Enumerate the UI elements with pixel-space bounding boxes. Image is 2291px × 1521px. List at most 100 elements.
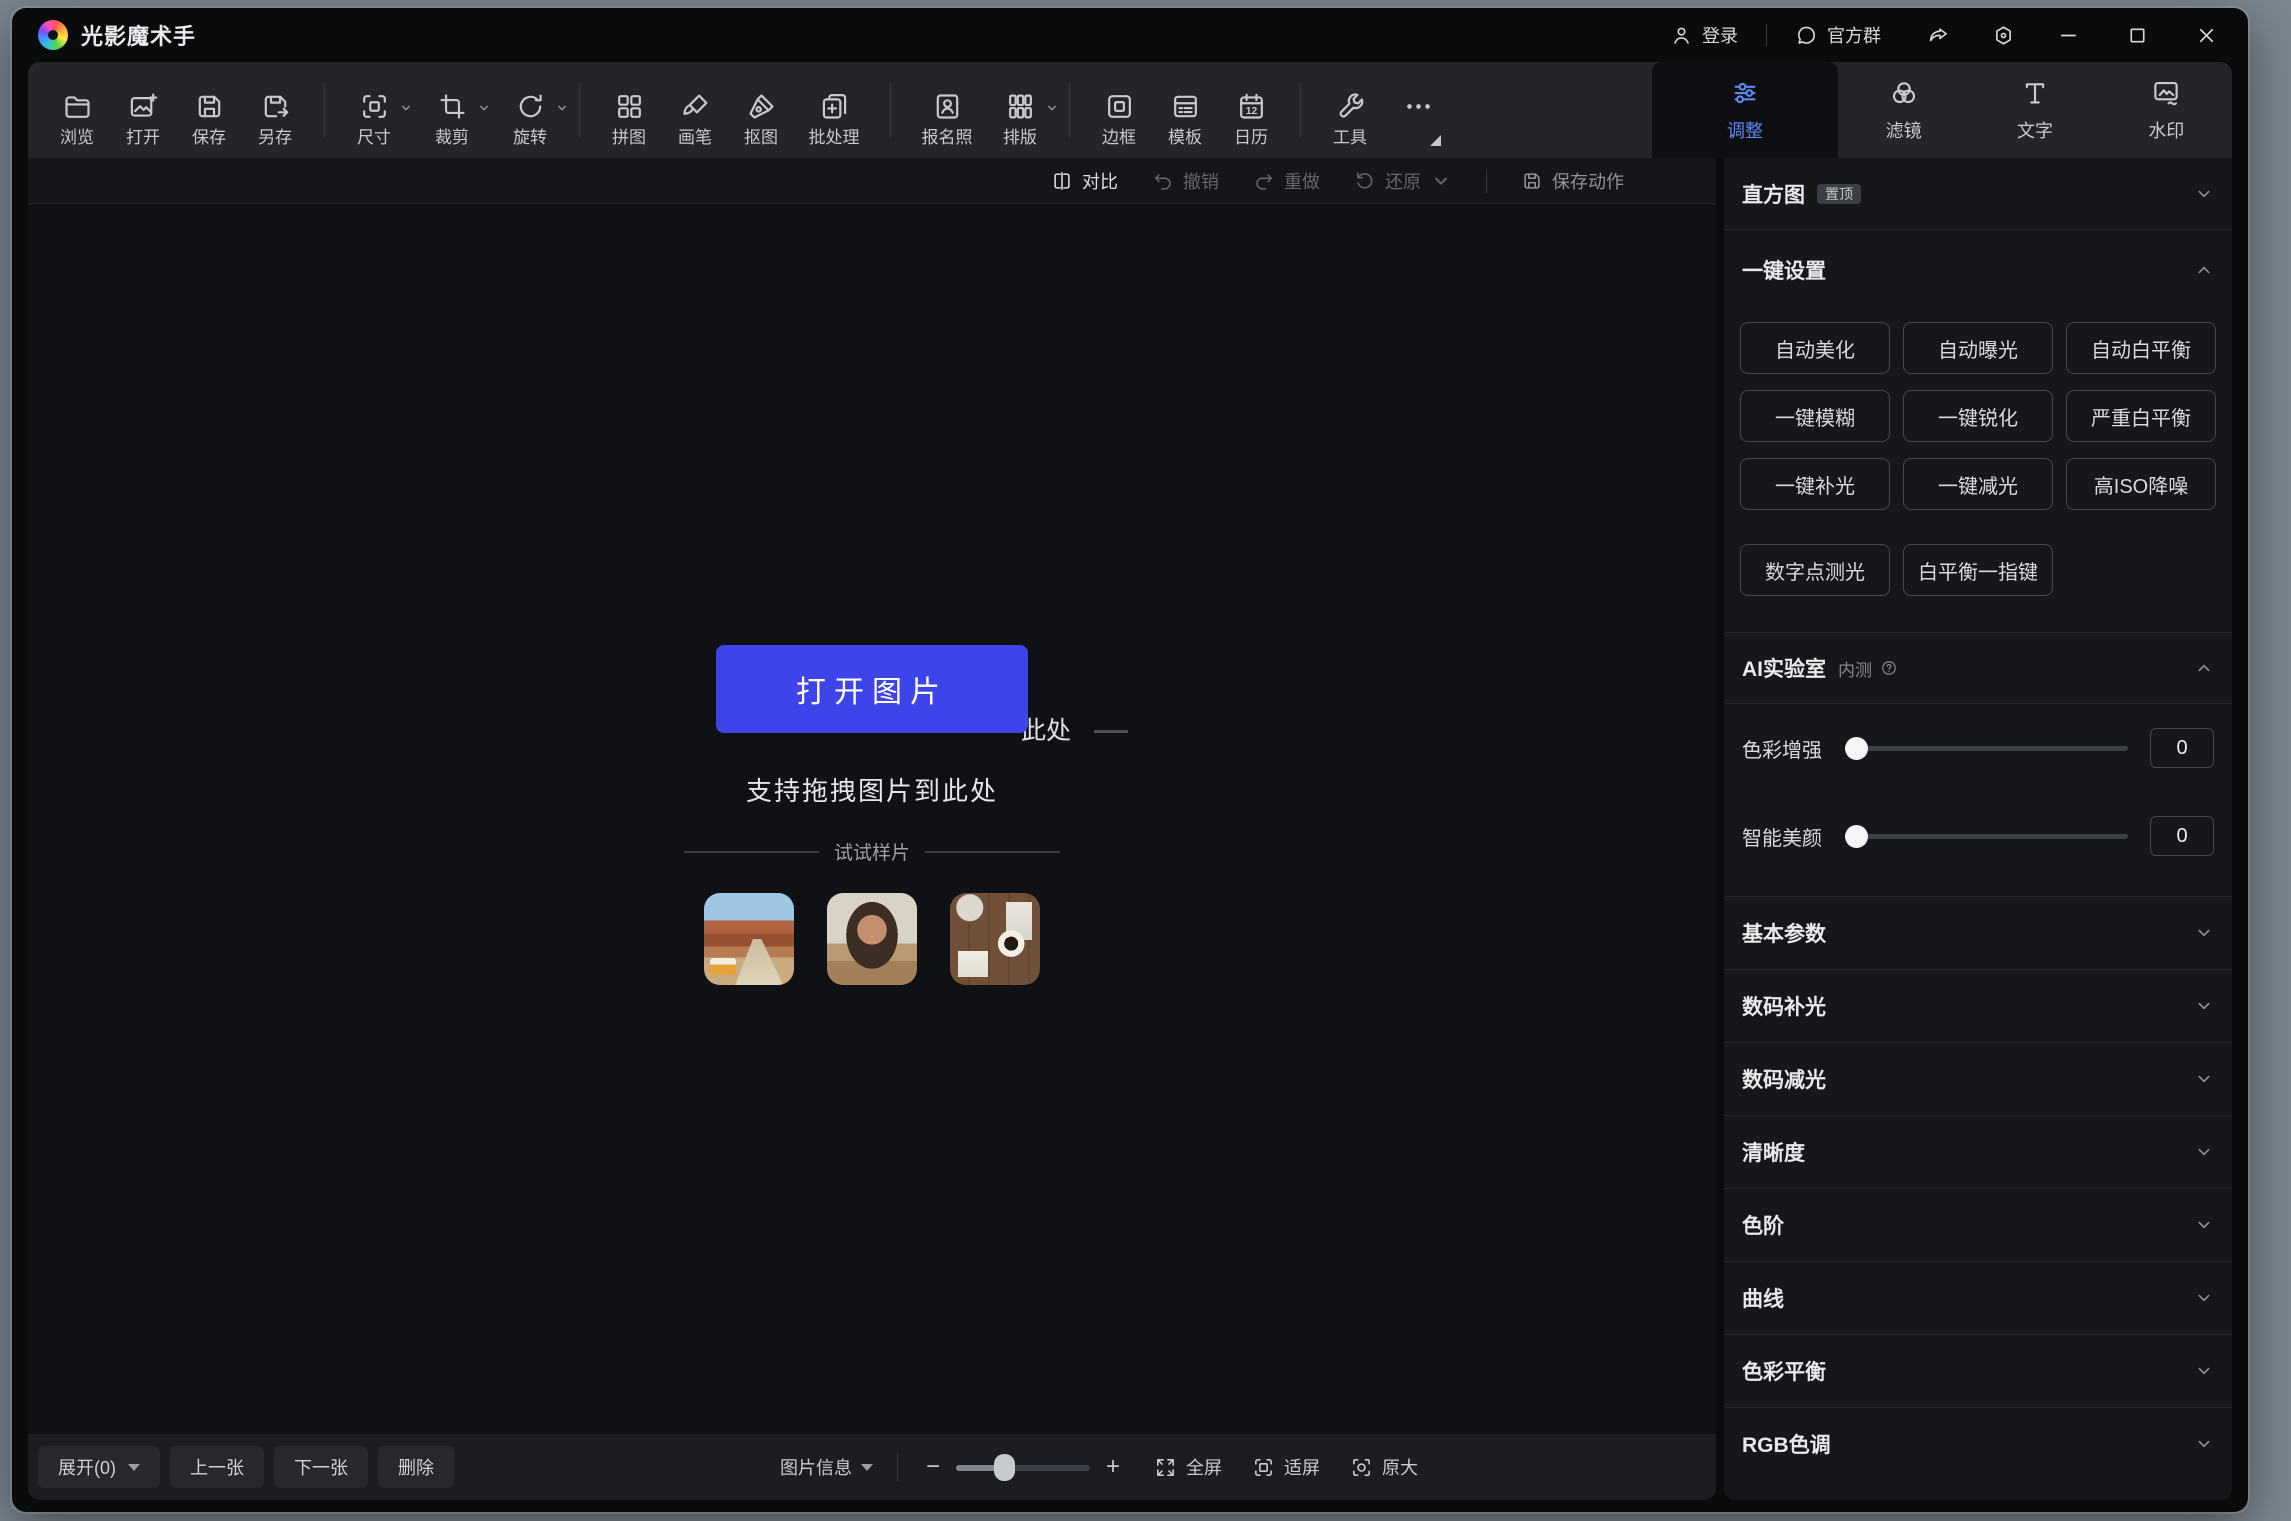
- toolbar-group-transform: 尺寸 裁剪 旋转: [341, 75, 563, 146]
- toolbar-collage[interactable]: 拼图: [596, 75, 662, 146]
- toolbar-id-photo[interactable]: 报名照: [907, 75, 987, 146]
- sample-image-desert-road[interactable]: [704, 893, 794, 985]
- app-title: 光影魔术手: [81, 19, 196, 51]
- severe-white-balance-button[interactable]: 严重白平衡: [2066, 390, 2216, 442]
- image-info-button[interactable]: 图片信息: [780, 1454, 873, 1480]
- toolbar-more[interactable]: [1383, 75, 1453, 146]
- zoom-slider[interactable]: [956, 1454, 1090, 1481]
- reset-icon: [1354, 170, 1376, 192]
- white-balance-one-touch-button[interactable]: 白平衡一指键: [1903, 544, 2053, 596]
- minimize-button[interactable]: [2057, 24, 2080, 47]
- section-curves[interactable]: 曲线: [1724, 1261, 2232, 1334]
- fit-screen-button[interactable]: 适屏: [1252, 1454, 1320, 1480]
- smart-beauty-slider[interactable]: [1848, 834, 2128, 839]
- sample-image-desk-flatlay[interactable]: [950, 893, 1040, 985]
- section-color-balance[interactable]: 色彩平衡: [1724, 1334, 2232, 1407]
- compare-icon: [1051, 170, 1073, 192]
- chevron-down-icon: [1430, 170, 1452, 192]
- one-key-fill-light-button[interactable]: 一键补光: [1740, 458, 1890, 510]
- sample-image-portrait[interactable]: [827, 893, 917, 985]
- section-basic-params[interactable]: 基本参数: [1724, 896, 2232, 969]
- share-button[interactable]: [1927, 24, 1950, 47]
- restore-button[interactable]: 还原: [1354, 168, 1452, 194]
- canvas-toolbar-divider: [1486, 169, 1487, 193]
- toolbar-tools[interactable]: 工具: [1317, 75, 1383, 146]
- section-ai-lab[interactable]: AI实验室 内测: [1724, 632, 2232, 704]
- toolbar-brush[interactable]: 画笔: [662, 75, 728, 146]
- zoom-in-button[interactable]: +: [1102, 1455, 1124, 1479]
- resize-icon: [359, 91, 390, 122]
- close-button[interactable]: [2195, 24, 2218, 47]
- slider-thumb[interactable]: [1845, 825, 1868, 848]
- toolbar-layout[interactable]: 排版: [987, 75, 1053, 146]
- redo-button[interactable]: 重做: [1253, 168, 1320, 194]
- toolbar-border[interactable]: 边框: [1086, 75, 1152, 146]
- section-digital-fill-light[interactable]: 数码补光: [1724, 969, 2232, 1042]
- toolbar-cutout[interactable]: 抠图: [728, 75, 794, 146]
- toolbar-save[interactable]: 保存: [176, 75, 242, 146]
- zoom-slider-thumb[interactable]: [994, 1454, 1015, 1481]
- toolbar-browse[interactable]: 浏览: [44, 75, 110, 146]
- compare-button[interactable]: 对比: [1051, 168, 1118, 194]
- tab-adjust[interactable]: 调整: [1652, 62, 1838, 158]
- toolbar-crop[interactable]: 裁剪: [419, 75, 485, 146]
- open-image-button[interactable]: 打开图片: [716, 645, 1028, 733]
- pin-top-badge[interactable]: 置顶: [1817, 184, 1861, 204]
- delete-button[interactable]: 删除: [378, 1446, 454, 1488]
- tab-watermark[interactable]: 水印: [2101, 62, 2232, 158]
- color-enhance-slider[interactable]: [1848, 746, 2128, 751]
- section-levels[interactable]: 色阶: [1724, 1188, 2232, 1261]
- high-iso-denoise-button[interactable]: 高ISO降噪: [2066, 458, 2216, 510]
- rotate-icon: [515, 91, 546, 122]
- toolbar-batch[interactable]: 批处理: [794, 75, 874, 146]
- auto-white-balance-button[interactable]: 自动白平衡: [2066, 322, 2216, 374]
- chevron-down-icon[interactable]: [555, 101, 569, 115]
- chevron-down-icon[interactable]: [399, 101, 413, 115]
- toolbar-rotate[interactable]: 旋转: [497, 75, 563, 146]
- toolbar-open[interactable]: 打开: [110, 75, 176, 146]
- auto-beautify-button[interactable]: 自动美化: [1740, 322, 1890, 374]
- expand-button[interactable]: 展开(0): [38, 1446, 160, 1488]
- original-size-button[interactable]: 原大: [1350, 1454, 1418, 1480]
- layout-grid-icon: [1005, 91, 1036, 122]
- chevron-down-icon[interactable]: [477, 101, 491, 115]
- toolbar-save-as[interactable]: 另存: [242, 75, 308, 146]
- section-clarity[interactable]: 清晰度: [1724, 1115, 2232, 1188]
- settings-button[interactable]: [1992, 24, 2015, 47]
- template-icon: [1170, 91, 1201, 122]
- one-key-blur-button[interactable]: 一键模糊: [1740, 390, 1890, 442]
- color-enhance-value[interactable]: 0: [2150, 728, 2214, 768]
- undo-button[interactable]: 撤销: [1152, 168, 1219, 194]
- one-key-sharpen-button[interactable]: 一键锐化: [1903, 390, 2053, 442]
- prev-image-button[interactable]: 上一张: [170, 1446, 264, 1488]
- smart-beauty-value[interactable]: 0: [2150, 816, 2214, 856]
- tab-filters[interactable]: 滤镜: [1838, 62, 1969, 158]
- toolbar-group-tools: 工具: [1317, 75, 1453, 146]
- folder-icon: [62, 91, 93, 122]
- section-one-key-settings[interactable]: 一键设置: [1724, 230, 2232, 310]
- zoom-out-button[interactable]: −: [922, 1455, 944, 1479]
- question-circle-icon[interactable]: [1880, 659, 1898, 677]
- fullscreen-button[interactable]: 全屏: [1154, 1454, 1222, 1480]
- toolbar-template[interactable]: 模板: [1152, 75, 1218, 146]
- login-button[interactable]: 登录: [1670, 22, 1738, 48]
- chevron-up-icon: [2194, 658, 2214, 678]
- watermark-icon: [2151, 78, 2181, 108]
- toolbar-calendar[interactable]: 日历: [1218, 75, 1284, 146]
- one-key-dim-light-button[interactable]: 一键减光: [1903, 458, 2053, 510]
- corner-triangle-icon: [1430, 135, 1441, 146]
- auto-exposure-button[interactable]: 自动曝光: [1903, 322, 2053, 374]
- official-group-button[interactable]: 官方群: [1795, 22, 1881, 48]
- next-image-button[interactable]: 下一张: [274, 1446, 368, 1488]
- slider-thumb[interactable]: [1845, 737, 1868, 760]
- chevron-down-icon[interactable]: [1045, 101, 1059, 115]
- color-enhance-row: 色彩增强 0: [1724, 704, 2232, 792]
- section-digital-dim-light[interactable]: 数码减光: [1724, 1042, 2232, 1115]
- maximize-button[interactable]: [2126, 24, 2149, 47]
- save-action-button[interactable]: 保存动作: [1521, 168, 1624, 194]
- tab-text[interactable]: 文字: [1969, 62, 2100, 158]
- digital-spot-metering-button[interactable]: 数字点测光: [1740, 544, 1890, 596]
- section-histogram[interactable]: 直方图 置顶: [1724, 158, 2232, 230]
- section-rgb-tone[interactable]: RGB色调: [1724, 1407, 2232, 1480]
- toolbar-resize[interactable]: 尺寸: [341, 75, 407, 146]
